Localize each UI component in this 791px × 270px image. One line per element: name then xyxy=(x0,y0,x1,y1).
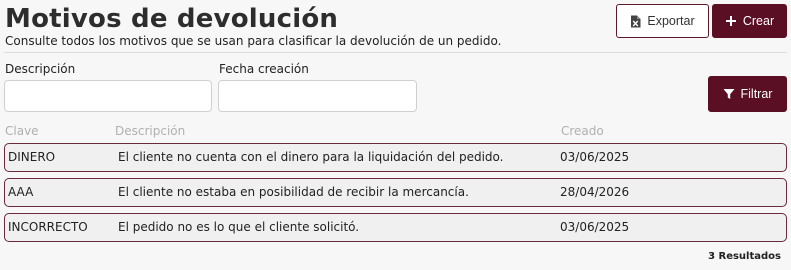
column-header-descripcion[interactable]: Descripción xyxy=(115,124,185,138)
page-title: Motivos de devolución xyxy=(5,4,339,34)
funnel-icon xyxy=(723,88,735,100)
export-button-label: Exportar xyxy=(647,14,695,28)
cell-descripcion: El cliente no cuenta con el dinero para … xyxy=(118,150,504,164)
description-filter-input[interactable] xyxy=(4,80,212,112)
cell-clave: DINERO xyxy=(8,150,56,164)
date-filter-label: Fecha creación xyxy=(219,62,309,76)
cell-creado: 03/06/2025 xyxy=(560,150,630,164)
column-header-creado[interactable]: Creado xyxy=(561,124,604,138)
create-button-label: Crear xyxy=(742,14,775,28)
create-button[interactable]: Crear xyxy=(712,4,787,38)
filter-button-label: Filtrar xyxy=(740,87,773,101)
excel-file-icon xyxy=(630,15,641,28)
page-subtitle: Consulte todos los motivos que se usan p… xyxy=(5,34,502,48)
cell-creado: 03/06/2025 xyxy=(560,220,630,234)
export-button[interactable]: Exportar xyxy=(616,4,709,38)
column-header-clave[interactable]: Clave xyxy=(5,124,39,138)
cell-descripcion: El cliente no estaba en posibilidad de r… xyxy=(118,185,469,199)
table-row[interactable]: DINERO El cliente no cuenta con el diner… xyxy=(4,143,787,172)
date-filter-input[interactable] xyxy=(218,80,417,112)
table-row[interactable]: AAA El cliente no estaba en posibilidad … xyxy=(4,178,787,207)
table-row[interactable]: INCORRECTO El pedido no es lo que el cli… xyxy=(4,213,787,242)
cell-clave: INCORRECTO xyxy=(8,220,88,234)
results-count: 3 Resultados xyxy=(708,251,781,262)
description-filter-label: Descripción xyxy=(5,62,76,76)
cell-creado: 28/04/2026 xyxy=(560,185,630,199)
plus-icon xyxy=(725,15,737,27)
cell-clave: AAA xyxy=(8,185,34,199)
filter-button[interactable]: Filtrar xyxy=(708,76,787,112)
cell-descripcion: El pedido no es lo que el cliente solici… xyxy=(118,220,360,234)
page: Motivos de devolución Consulte todos los… xyxy=(0,0,791,270)
header-divider xyxy=(4,52,787,53)
